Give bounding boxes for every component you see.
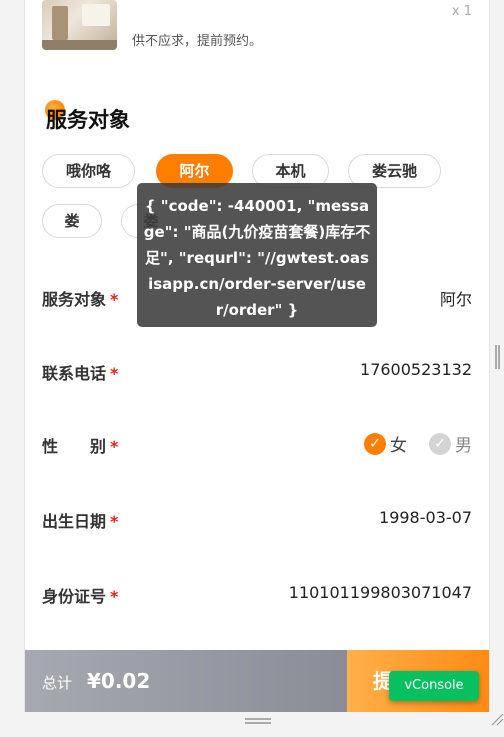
gender-female-radio[interactable]: ✓ 女 bbox=[364, 431, 407, 456]
phone-field[interactable]: 17600523132 bbox=[360, 360, 472, 379]
field-label: 联系电话 * bbox=[42, 364, 119, 383]
required-mark: * bbox=[110, 364, 119, 383]
section-header: 服务对象 bbox=[42, 96, 130, 136]
vertical-resize-handle[interactable] bbox=[495, 345, 500, 369]
required-mark: * bbox=[110, 437, 119, 456]
checkmark-icon: ✓ bbox=[364, 432, 386, 455]
product-quantity: x 1 bbox=[451, 4, 472, 19]
product-image bbox=[42, 0, 117, 50]
id-row: 身份证号 * 110101199803071047 bbox=[42, 575, 472, 615]
id-number-field[interactable]: 110101199803071047 bbox=[289, 583, 472, 602]
gender-male-radio[interactable]: ✓ 男 bbox=[429, 431, 472, 456]
product-summary: 供不应求，提前预约。 x 1 bbox=[42, 0, 482, 60]
resize-grip-icon[interactable] bbox=[490, 712, 504, 726]
gender-row: 性 别 * ✓ 女 ✓ 男 bbox=[42, 425, 472, 465]
total-amount: ¥0.02 bbox=[87, 669, 151, 693]
birth-row[interactable]: 出生日期 * 1998-03-07 bbox=[42, 500, 472, 540]
horizontal-resize-handle[interactable] bbox=[245, 718, 271, 724]
total-area: 总计 ¥0.02 bbox=[25, 650, 347, 712]
target-chip[interactable]: 娄 bbox=[42, 204, 102, 238]
field-label: 出生日期 * bbox=[42, 512, 119, 531]
gender-radio-group: ✓ 女 ✓ 男 bbox=[364, 431, 472, 456]
required-mark: * bbox=[110, 587, 119, 606]
phone-row: 联系电话 * 17600523132 bbox=[42, 352, 472, 392]
vconsole-button[interactable]: vConsole bbox=[389, 671, 479, 701]
section-title: 服务对象 bbox=[46, 108, 130, 132]
target-chip[interactable]: 哦你咯 bbox=[42, 154, 135, 188]
app-frame: 供不应求，提前预约。 x 1 服务对象 哦你咯 阿尔 本机 娄云驰 娄 娄 服务… bbox=[24, 0, 490, 712]
field-label: 服务对象 * bbox=[42, 290, 119, 309]
product-description: 供不应求，提前预约。 bbox=[132, 34, 263, 49]
field-label: 身份证号 * bbox=[42, 587, 119, 606]
required-mark: * bbox=[110, 290, 119, 309]
total-label: 总计 bbox=[42, 674, 73, 692]
field-label: 性 别 * bbox=[42, 437, 119, 456]
checkmark-icon: ✓ bbox=[429, 432, 451, 455]
service-target-value: 阿尔 bbox=[439, 290, 472, 309]
error-toast: { "code": -440001, "message": "商品(九价疫苗套餐… bbox=[137, 183, 377, 327]
birth-date-value: 1998-03-07 bbox=[379, 508, 472, 527]
required-mark: * bbox=[110, 512, 119, 531]
